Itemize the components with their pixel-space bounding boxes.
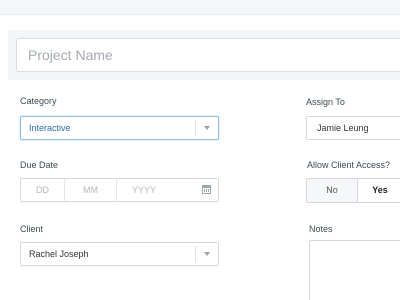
due-date-label: Due Date — [20, 160, 59, 170]
category-label: Category — [20, 96, 57, 106]
chevron-down-icon — [204, 252, 210, 256]
project-name-container — [8, 30, 400, 80]
client-select[interactable]: Rachel Joseph — [20, 242, 219, 266]
notes-label: Notes — [309, 224, 333, 234]
select-divider — [195, 120, 196, 136]
allow-client-access-toggle[interactable]: No Yes — [306, 178, 400, 203]
due-date-day-input[interactable]: DD — [21, 179, 65, 201]
chevron-down-icon — [204, 126, 210, 130]
category-select[interactable]: Interactive — [20, 116, 219, 140]
toggle-option-no[interactable]: No — [307, 179, 358, 202]
due-date-field[interactable]: DD MM YYYY — [20, 178, 219, 202]
due-date-month-input[interactable]: MM — [65, 179, 117, 201]
assign-to-value: Jamie Leung — [317, 123, 369, 133]
client-value: Rachel Joseph — [29, 249, 89, 259]
due-date-year-input[interactable]: YYYY — [117, 179, 171, 201]
notes-textarea[interactable] — [309, 240, 400, 300]
project-name-input[interactable] — [16, 38, 400, 72]
client-label: Client — [20, 224, 44, 234]
top-bar — [0, 0, 400, 15]
toggle-option-yes[interactable]: Yes — [358, 179, 400, 202]
allow-client-access-label: Allow Client Access? — [307, 160, 391, 170]
select-divider — [195, 246, 196, 262]
calendar-icon[interactable] — [202, 185, 211, 194]
assign-to-label: Assign To — [306, 97, 345, 107]
category-value: Interactive — [29, 123, 71, 133]
assign-to-select[interactable]: Jamie Leung — [306, 116, 400, 140]
